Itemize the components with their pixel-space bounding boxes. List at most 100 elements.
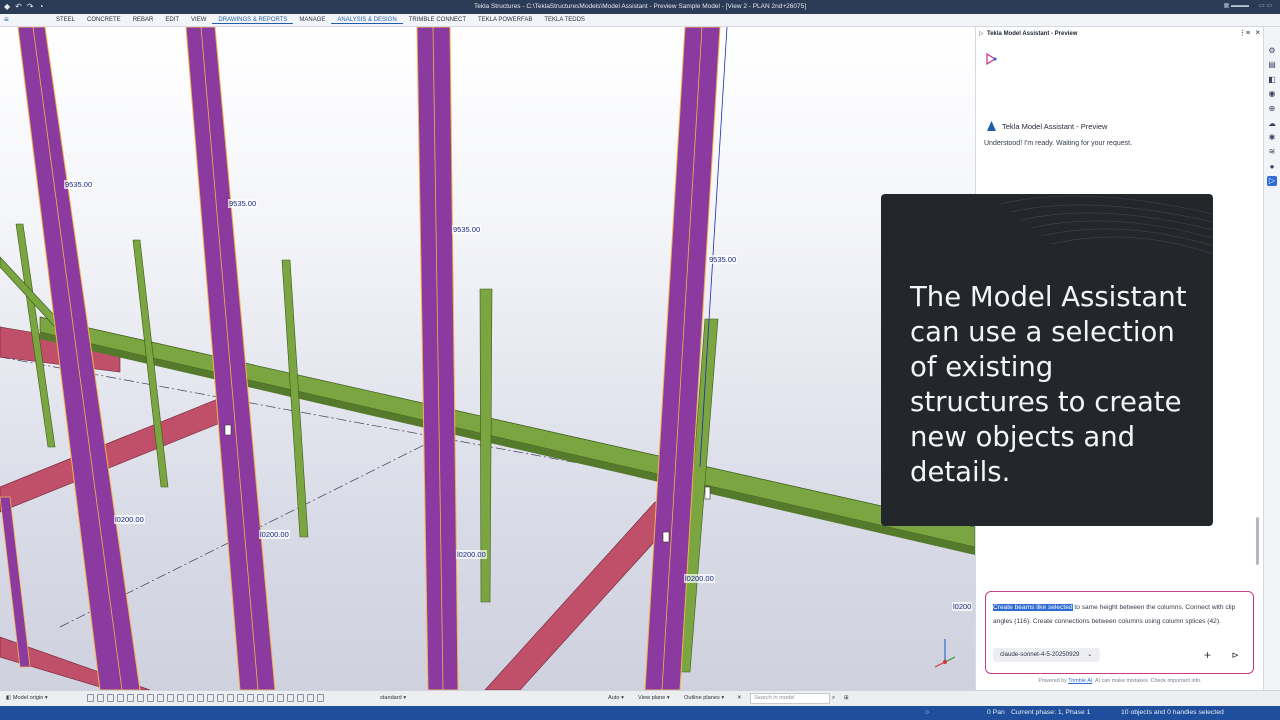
object-icon[interactable]: ● <box>1267 162 1277 172</box>
select-tool-icon[interactable] <box>287 694 294 702</box>
caption-text: The Model Assistant can use a selection … <box>910 281 1187 488</box>
select-tool-icon[interactable] <box>267 694 274 702</box>
assistant-avatar-icon <box>987 121 996 131</box>
select-tool-icon[interactable] <box>137 694 144 702</box>
standard-select[interactable]: standard ▾ <box>380 695 406 701</box>
selection-tools <box>87 694 324 702</box>
snap-icon[interactable]: ✕ <box>737 695 742 701</box>
ai-disclaimer: Powered by Trimble AI. AI can make mista… <box>976 678 1264 684</box>
cloud-icon[interactable]: ☁ <box>1267 119 1277 129</box>
notifications-icon[interactable]: ◉ <box>1267 89 1277 99</box>
decorative-waves <box>1000 195 1213 255</box>
dimension-label: 9535.00 <box>452 225 482 234</box>
tab-view[interactable]: VIEW <box>185 17 212 24</box>
tab-steel[interactable]: STEEL <box>50 17 81 24</box>
select-tool-icon[interactable] <box>227 694 234 702</box>
catalog-icon[interactable]: ▤ <box>1267 60 1277 70</box>
panel-scrollbar[interactable] <box>1256 517 1259 565</box>
prompt-input[interactable]: Create beams like selected to same heigh… <box>993 601 1243 629</box>
views-icon[interactable]: ◧ <box>1267 75 1277 85</box>
tab-trimble-connect[interactable]: TRIMBLE CONNECT <box>403 17 472 24</box>
globe-icon[interactable]: ⊕ <box>1267 104 1277 114</box>
select-tool-icon[interactable] <box>277 694 284 702</box>
panel-menu-icon[interactable]: ⋮≡ <box>1239 29 1250 37</box>
model-origin-select[interactable]: ◧ Model origin ▾ <box>6 695 48 701</box>
model-3d-scene[interactable] <box>0 27 975 690</box>
window-title: Tekla Structures - C:\TeklaStructuresMod… <box>473 3 807 10</box>
tab-tekla-tedds[interactable]: TEKLA TEDDS <box>538 17 591 24</box>
tab-concrete[interactable]: CONCRETE <box>81 17 127 24</box>
select-tool-icon[interactable] <box>207 694 214 702</box>
tab-tekla-powerfab[interactable]: TEKLA POWERFAB <box>472 17 538 24</box>
panel-header: ▷ Tekla Model Assistant - Preview ⋮≡ × <box>976 27 1264 41</box>
settings-icon[interactable]: ✱ <box>1267 133 1277 143</box>
trimble-ai-link[interactable]: Trimble AI <box>1068 678 1092 684</box>
close-icon[interactable]: × <box>1255 28 1260 37</box>
assistant-logo-icon <box>986 52 997 66</box>
assistant-message: Understood! I'm ready. Waiting for your … <box>984 140 1133 147</box>
tab-manage[interactable]: MANAGE <box>293 17 331 24</box>
dimension-label: l0200.00 <box>259 530 290 539</box>
select-tool-icon[interactable] <box>217 694 224 702</box>
footnote-suffix: . AI can make mistakes. Check important … <box>1092 678 1202 684</box>
select-tool-icon[interactable] <box>117 694 124 702</box>
model-viewport[interactable]: 9535.00 9535.00 9535.00 9535.00 l0200.00… <box>0 27 975 690</box>
tab-drawings-reports[interactable]: DRAWINGS & REPORTS <box>212 17 294 24</box>
dimension-label: 9535.00 <box>708 255 738 264</box>
window-buttons-icon[interactable]: ▭ ▭ <box>1259 2 1272 9</box>
status-bar: ○ 0 Pan Current phase: 1, Phase 1 10 obj… <box>0 706 1280 720</box>
select-tool-icon[interactable] <box>87 694 94 702</box>
status-phase: Current phase: 1, Phase 1 <box>1011 709 1091 716</box>
select-tool-icon[interactable] <box>157 694 164 702</box>
properties-icon[interactable]: ⚙ <box>1267 46 1277 56</box>
dimension-label: l0200.00 <box>684 574 715 583</box>
view-plane-label: View plane <box>638 695 666 701</box>
select-tool-icon[interactable] <box>97 694 104 702</box>
tab-rebar[interactable]: REBAR <box>127 17 160 24</box>
panel-title: Tekla Model Assistant - Preview <box>987 31 1078 37</box>
pin-icon[interactable]: ▷ <box>979 30 984 37</box>
user-account-icon[interactable]: ▦ ▬▬▬ <box>1224 2 1249 9</box>
file-menu-icon[interactable]: ≡ <box>4 16 9 24</box>
select-tool-icon[interactable] <box>237 694 244 702</box>
select-tool-icon[interactable] <box>307 694 314 702</box>
outline-planes-select[interactable]: Outline planes ▾ <box>684 695 724 701</box>
select-tool-icon[interactable] <box>297 694 304 702</box>
layers-icon[interactable]: ≋ <box>1267 147 1277 157</box>
status-selection: 10 objects and 0 handles selected <box>1121 709 1224 716</box>
caption-overlay: The Model Assistant can use a selection … <box>881 194 1213 526</box>
select-tool-icon[interactable] <box>247 694 254 702</box>
select-tool-icon[interactable] <box>107 694 114 702</box>
model-origin-label: Model origin <box>12 695 44 701</box>
dimension-label: 9535.00 <box>64 180 94 189</box>
status-pan: 0 Pan <box>987 709 1005 716</box>
auto-select[interactable]: Auto ▾ <box>608 695 624 701</box>
status-indicator-icon: ○ <box>925 709 930 716</box>
select-tool-icon[interactable] <box>257 694 264 702</box>
send-button[interactable]: ⊳ <box>1231 648 1239 662</box>
title-bar: ◆ ↶ ↷ ◔ Tekla Structures - C:\TeklaStruc… <box>0 0 1280 14</box>
ribbon-tabs: STEEL CONCRETE REBAR EDIT VIEW DRAWINGS … <box>50 17 591 24</box>
select-tool-icon[interactable] <box>167 694 174 702</box>
tab-edit[interactable]: EDIT <box>159 17 185 24</box>
view-plane-select[interactable]: View plane ▾ <box>638 695 670 701</box>
select-tool-icon[interactable] <box>177 694 184 702</box>
prompt-input-box[interactable]: Create beams like selected to same heigh… <box>985 591 1254 674</box>
select-tool-icon[interactable] <box>147 694 154 702</box>
filter-icon[interactable]: ⊞ <box>844 695 849 701</box>
select-tool-icon[interactable] <box>187 694 194 702</box>
message-author: Tekla Model Assistant - Preview <box>1002 121 1108 131</box>
dimension-label: l0200.00 <box>114 515 145 524</box>
select-tool-icon[interactable] <box>127 694 134 702</box>
select-tool-icon[interactable] <box>197 694 204 702</box>
model-assistant-icon[interactable]: ▷ <box>1267 176 1277 186</box>
axis-gizmo-icon[interactable] <box>934 639 956 668</box>
search-icon[interactable]: ⌕ <box>832 695 835 702</box>
tab-analysis-design[interactable]: ANALYSIS & DESIGN <box>331 17 403 24</box>
ribbon-tab-bar: ≡ STEEL CONCRETE REBAR EDIT VIEW DRAWING… <box>0 14 1280 27</box>
select-tool-icon[interactable] <box>317 694 324 702</box>
chevron-down-icon: ⌄ <box>1087 651 1093 658</box>
model-selector[interactable]: claude-sonnet-4-5-20250929 ⌄ <box>993 648 1101 662</box>
search-input[interactable]: Search in model <box>750 693 830 704</box>
add-attachment-button[interactable]: + <box>1204 648 1211 662</box>
